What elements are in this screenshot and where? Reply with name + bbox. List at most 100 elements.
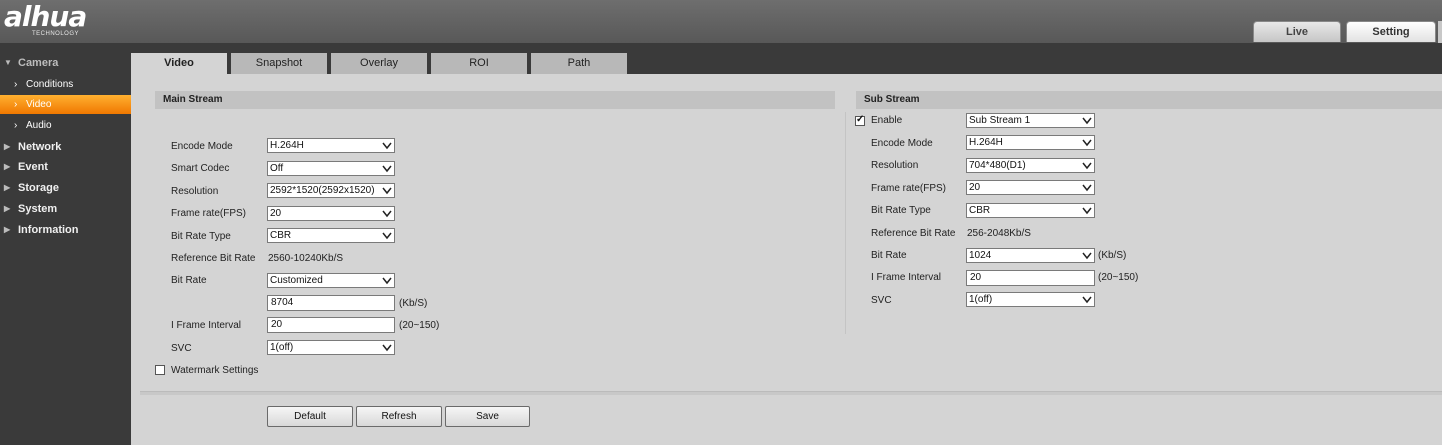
select-value: 2592*1520(2592x1520) bbox=[270, 185, 375, 196]
tab-setting[interactable]: Setting bbox=[1346, 21, 1436, 42]
sidebar-item-label: System bbox=[18, 203, 58, 215]
dahua-logo: alhua bbox=[4, 0, 87, 33]
sub-frame-rate-label: Frame rate(FPS) bbox=[871, 183, 947, 194]
chevron-down-icon bbox=[381, 229, 393, 242]
sidebar-item-label: Event bbox=[18, 161, 48, 173]
logo-subtitle: TECHNOLOGY bbox=[32, 31, 80, 37]
sidebar-item-camera[interactable]: ▼ Camera bbox=[0, 53, 131, 73]
sidebar-item-label: Audio bbox=[26, 120, 52, 131]
sidebar-item-label: Video bbox=[26, 99, 52, 110]
tab-overlay[interactable]: Overlay bbox=[331, 53, 427, 74]
select-value: 20 bbox=[270, 208, 282, 219]
watermark-checkbox[interactable] bbox=[155, 365, 165, 375]
main-svc-select[interactable]: 1(off) bbox=[267, 340, 395, 355]
select-value: H.264H bbox=[969, 137, 1003, 148]
sub-encode-mode-label: Encode Mode bbox=[871, 138, 933, 149]
main-bit-rate-type-label: Bit Rate Type bbox=[171, 231, 231, 242]
sub-i-frame-input[interactable]: 20 bbox=[966, 270, 1095, 286]
sub-encode-mode-select[interactable]: H.264H bbox=[966, 135, 1095, 150]
chevron-down-icon bbox=[381, 341, 393, 354]
main-bit-rate-label: Bit Rate bbox=[171, 275, 207, 286]
main-encode-mode-select[interactable]: H.264H bbox=[267, 138, 395, 153]
sub-bit-rate-unit: (Kb/S) bbox=[1098, 250, 1127, 261]
expand-right-icon: ▶ bbox=[4, 183, 11, 192]
sidebar-item-network[interactable]: ▶ Network bbox=[0, 137, 131, 157]
select-value: H.264H bbox=[270, 140, 304, 151]
chevron-down-icon bbox=[1081, 114, 1093, 127]
main-bit-rate-unit: (Kb/S) bbox=[399, 298, 428, 309]
select-value: Customized bbox=[270, 275, 323, 286]
sub-stream-select[interactable]: Sub Stream 1 bbox=[966, 113, 1095, 128]
chevron-down-icon bbox=[1081, 249, 1093, 262]
main-bit-rate-select[interactable]: Customized bbox=[267, 273, 395, 288]
tab-snapshot[interactable]: Snapshot bbox=[231, 53, 327, 74]
main-svc-label: SVC bbox=[171, 343, 192, 354]
chevron-right-icon: › bbox=[14, 120, 18, 131]
header-edge bbox=[1438, 21, 1442, 43]
sub-ref-bit-rate-label: Reference Bit Rate bbox=[871, 228, 956, 239]
tab-video[interactable]: Video bbox=[131, 53, 227, 75]
expand-right-icon: ▶ bbox=[4, 142, 11, 151]
sub-enable-checkbox[interactable] bbox=[855, 114, 865, 126]
tab-bar bbox=[131, 53, 1442, 74]
chevron-right-icon: › bbox=[14, 79, 18, 90]
default-button[interactable]: Default bbox=[267, 406, 353, 427]
sub-frame-rate-select[interactable]: 20 bbox=[966, 180, 1095, 195]
tab-roi[interactable]: ROI bbox=[431, 53, 527, 74]
main-i-frame-input[interactable]: 20 bbox=[267, 317, 395, 333]
sub-enable-label: Enable bbox=[871, 115, 903, 126]
sidebar-item-system[interactable]: ▶ System bbox=[0, 199, 131, 219]
watermark-label: Watermark Settings bbox=[171, 365, 259, 376]
main-ref-bit-rate-label: Reference Bit Rate bbox=[171, 253, 256, 264]
select-value: Sub Stream 1 bbox=[969, 115, 1031, 126]
main-frame-rate-select[interactable]: 20 bbox=[267, 206, 395, 221]
chevron-down-icon bbox=[1081, 136, 1093, 149]
sub-bit-rate-label: Bit Rate bbox=[871, 250, 907, 261]
select-value: 704*480(D1) bbox=[969, 160, 1026, 171]
sidebar-item-information[interactable]: ▶ Information bbox=[0, 220, 131, 240]
sub-bit-rate-type-select[interactable]: CBR bbox=[966, 203, 1095, 218]
header-band bbox=[0, 43, 1442, 53]
chevron-down-icon bbox=[1081, 159, 1093, 172]
sub-bit-rate-select[interactable]: 1024 bbox=[966, 248, 1095, 263]
chevron-down-icon bbox=[381, 139, 393, 152]
select-value: 1(off) bbox=[270, 342, 294, 353]
chevron-down-icon bbox=[1081, 293, 1093, 306]
chevron-down-icon bbox=[381, 162, 393, 175]
chevron-down-icon bbox=[1081, 181, 1093, 194]
sidebar-item-audio[interactable]: › Audio bbox=[0, 116, 131, 135]
sidebar-item-label: Storage bbox=[18, 182, 59, 194]
main-stream-header: Main Stream bbox=[155, 91, 835, 109]
sidebar-item-label: Camera bbox=[18, 57, 59, 69]
sidebar-item-event[interactable]: ▶ Event bbox=[0, 157, 131, 177]
main-smart-codec-select[interactable]: Off bbox=[267, 161, 395, 176]
sidebar-item-video[interactable]: › Video bbox=[0, 95, 131, 114]
main-bit-rate-input[interactable]: 8704 bbox=[267, 295, 395, 311]
main-i-frame-label: I Frame Interval bbox=[171, 320, 242, 331]
main-i-frame-range: (20~150) bbox=[399, 320, 440, 331]
collapse-down-icon: ▼ bbox=[4, 58, 12, 67]
sidebar-item-conditions[interactable]: › Conditions bbox=[0, 75, 131, 94]
content-area bbox=[131, 53, 1442, 445]
select-value: 1024 bbox=[969, 250, 992, 261]
stream-divider bbox=[845, 112, 846, 334]
chevron-down-icon bbox=[381, 184, 393, 197]
sub-resolution-label: Resolution bbox=[871, 160, 919, 171]
refresh-button[interactable]: Refresh bbox=[356, 406, 442, 427]
expand-right-icon: ▶ bbox=[4, 204, 11, 213]
main-frame-rate-label: Frame rate(FPS) bbox=[171, 208, 247, 219]
main-ref-bit-rate-value: 2560-10240Kb/S bbox=[268, 253, 344, 264]
sub-stream-header: Sub Stream bbox=[856, 91, 1442, 109]
sub-i-frame-range: (20~150) bbox=[1098, 272, 1139, 283]
main-bit-rate-type-select[interactable]: CBR bbox=[267, 228, 395, 243]
tab-live[interactable]: Live bbox=[1253, 21, 1341, 42]
footer-divider bbox=[140, 391, 1442, 395]
tab-path[interactable]: Path bbox=[531, 53, 627, 74]
sidebar-item-label: Network bbox=[18, 141, 62, 153]
save-button[interactable]: Save bbox=[445, 406, 530, 427]
sub-resolution-select[interactable]: 704*480(D1) bbox=[966, 158, 1095, 173]
select-value: CBR bbox=[270, 230, 292, 241]
main-resolution-select[interactable]: 2592*1520(2592x1520) bbox=[267, 183, 395, 198]
sub-svc-select[interactable]: 1(off) bbox=[966, 292, 1095, 307]
sidebar-item-storage[interactable]: ▶ Storage bbox=[0, 178, 131, 198]
